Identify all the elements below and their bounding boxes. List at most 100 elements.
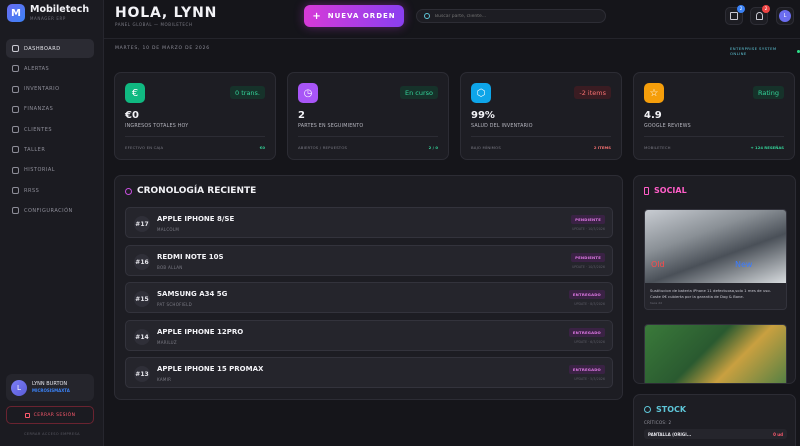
- sidebar-item-label: DASHBOARD: [24, 45, 61, 52]
- new-order-button[interactable]: + NUEVA ORDEN: [304, 5, 404, 27]
- search-bar[interactable]: [416, 9, 606, 23]
- post-image: Old New: [645, 210, 786, 283]
- post-text: Sustitucion de bateria iPhone 11 defectu…: [650, 288, 771, 299]
- status-badge: -2 items: [574, 86, 611, 99]
- avatar: L: [779, 10, 791, 22]
- stat-label: GOOGLE REVIEWS: [644, 124, 691, 129]
- stat-card-revenue[interactable]: € 0 trans. €0 INGRESOS TOTALES HOY EFECT…: [114, 72, 276, 160]
- sidebar-item-historial[interactable]: HISTORIAL: [6, 161, 94, 180]
- logout-button[interactable]: CERRAR SESIÓN: [6, 406, 94, 424]
- status-badge: PENDIENTE: [571, 253, 605, 262]
- sidebar-item-configuracion[interactable]: CONFIGURACIÓN: [6, 201, 94, 220]
- sidebar-item-alertas[interactable]: ALERTAS: [6, 59, 94, 78]
- table-row[interactable]: PANTALLA (ORIGI... 0 ud: [644, 429, 787, 439]
- euro-icon: [12, 105, 19, 113]
- timeline-title-label: CRONOLOGÍA RECIENTE: [137, 186, 257, 196]
- status-badge: Rating: [753, 86, 784, 99]
- social-title: SOCIAL: [644, 186, 687, 195]
- profile-button[interactable]: L: [776, 7, 794, 25]
- stock-item-name: PANTALLA (ORIGI...: [648, 431, 692, 437]
- sidebar-item-taller[interactable]: TALLER: [6, 140, 94, 159]
- divider: [125, 136, 265, 137]
- brand-logo: M: [7, 4, 25, 22]
- order-number: #14: [134, 329, 150, 345]
- current-date: MARTES, 10 DE MARZO DE 2026: [115, 46, 210, 51]
- order-device: APPLE IPHONE 15 PROMAX: [157, 365, 264, 373]
- notifications-button[interactable]: 2: [750, 5, 770, 25]
- order-date: UPDATE · 5/3/2026: [574, 377, 605, 381]
- list-item[interactable]: #14 APPLE IPHONE 12PRO MARILUZ ENTREGADO…: [125, 320, 613, 351]
- new-order-label: NUEVA ORDEN: [327, 12, 396, 20]
- list-item[interactable]: #15 SAMSUNG A34 5G PAT SCHOFIELD ENTREGA…: [125, 282, 613, 313]
- euro-icon: €: [125, 83, 145, 103]
- sidebar-footnote[interactable]: CERRAR ACCESO EMPRESA: [0, 432, 104, 436]
- stock-title-label: STOCK: [656, 405, 687, 414]
- order-number: #15: [134, 291, 150, 307]
- stat-label: PARTES EN SEGUIMIENTO: [298, 124, 364, 129]
- share-icon: [12, 187, 19, 195]
- users-icon: [12, 126, 19, 134]
- post-image: [645, 325, 786, 383]
- wrench-icon: [12, 146, 19, 154]
- stat-label: SALUD DEL INVENTARIO: [471, 124, 533, 129]
- social-post[interactable]: Old New Sustitucion de bateria iPhone 11…: [644, 209, 787, 310]
- sidebar-item-inventario[interactable]: INVENTARIO: [6, 80, 94, 99]
- sidebar-item-dashboard[interactable]: DASHBOARD: [6, 39, 94, 58]
- stat-foot-value: + 124 RESEÑAS: [750, 145, 784, 150]
- stat-card-reviews[interactable]: ☆ Rating 4.9 GOOGLE REVIEWS MOBILETECH +…: [633, 72, 795, 160]
- calendar-icon: [730, 12, 738, 20]
- logout-icon: [24, 412, 30, 418]
- order-client: KAMIR: [157, 377, 172, 382]
- order-client: BOB ALLAN: [157, 265, 183, 270]
- brand[interactable]: M Mobiletech MANAGER ERP: [7, 4, 89, 22]
- divider: [471, 136, 611, 137]
- cube-icon: [644, 406, 651, 413]
- stat-card-tracking[interactable]: ◷ En curso 2 PARTES EN SEGUIMIENTO ABIER…: [287, 72, 449, 160]
- order-date: UPDATE · 6/3/2026: [574, 340, 605, 344]
- sidebar-item-rrss[interactable]: RRSS: [6, 181, 94, 200]
- list-item[interactable]: #13 APPLE IPHONE 15 PROMAX KAMIR ENTREGA…: [125, 357, 613, 388]
- sidebar: M Mobiletech MANAGER ERP DASHBOARD ALERT…: [0, 0, 104, 446]
- calendar-button[interactable]: 2: [725, 5, 745, 25]
- post-image-label-new: New: [735, 260, 753, 269]
- clock-icon: [125, 187, 132, 195]
- order-device: APPLE IPHONE 12PRO: [157, 328, 244, 336]
- user-card[interactable]: L LYNN BURTON MICROSISMAXTA: [6, 374, 94, 401]
- sidebar-item-label: CLIENTES: [24, 126, 53, 133]
- status-badge: ENTREGADO: [568, 328, 605, 337]
- social-post[interactable]: [644, 324, 787, 383]
- order-number: #16: [134, 254, 150, 270]
- user-name: LYNN BURTON: [32, 381, 68, 387]
- sidebar-item-label: INVENTARIO: [24, 86, 60, 93]
- stat-foot-label: EFECTIVO EN CAJA: [125, 145, 164, 150]
- order-device: SAMSUNG A34 5G: [157, 290, 228, 298]
- order-client: MARILUZ: [157, 340, 177, 345]
- timeline-title: CRONOLOGÍA RECIENTE: [125, 186, 256, 196]
- search-input[interactable]: [435, 13, 595, 19]
- timeline-panel: CRONOLOGÍA RECIENTE #17 APPLE IPHONE 8/S…: [114, 175, 623, 400]
- history-icon: [12, 166, 19, 174]
- sidebar-item-clientes[interactable]: CLIENTES: [6, 120, 94, 139]
- bell-icon: [755, 12, 763, 20]
- order-client: PAT SCHOFIELD: [157, 302, 193, 307]
- stat-value: 4.9: [644, 110, 662, 121]
- post-image-label-old: Old: [651, 260, 665, 269]
- sidebar-item-label: CONFIGURACIÓN: [24, 207, 73, 214]
- brand-subtitle: MANAGER ERP: [30, 15, 66, 21]
- sidebar-item-label: ALERTAS: [24, 65, 50, 72]
- stock-critical-count: CRÍTICOS: 2: [644, 420, 672, 425]
- star-icon: ☆: [644, 83, 664, 103]
- order-date: UPDATE · 10/3/2026: [571, 227, 605, 231]
- page-title: HOLA, LYNN: [115, 5, 218, 21]
- status-badge: PENDIENTE: [571, 215, 605, 224]
- header-divider: [104, 38, 800, 39]
- list-item[interactable]: #17 APPLE IPHONE 8/SE MALCOLM PENDIENTE …: [125, 207, 613, 238]
- list-item[interactable]: #16 REDMI NOTE 10S BOB ALLAN PENDIENTE U…: [125, 245, 613, 276]
- clock-icon: ◷: [298, 83, 318, 103]
- stat-card-inventory[interactable]: ⬡ -2 items 99% SALUD DEL INVENTARIO BAJO…: [460, 72, 622, 160]
- order-device: APPLE IPHONE 8/SE: [157, 215, 235, 223]
- phone-icon: [644, 186, 649, 195]
- stock-panel: STOCK CRÍTICOS: 2 PANTALLA (ORIGI... 0 u…: [633, 394, 796, 446]
- status-badge: ENTREGADO: [568, 365, 605, 374]
- sidebar-item-finanzas[interactable]: FINANZAS: [6, 100, 94, 119]
